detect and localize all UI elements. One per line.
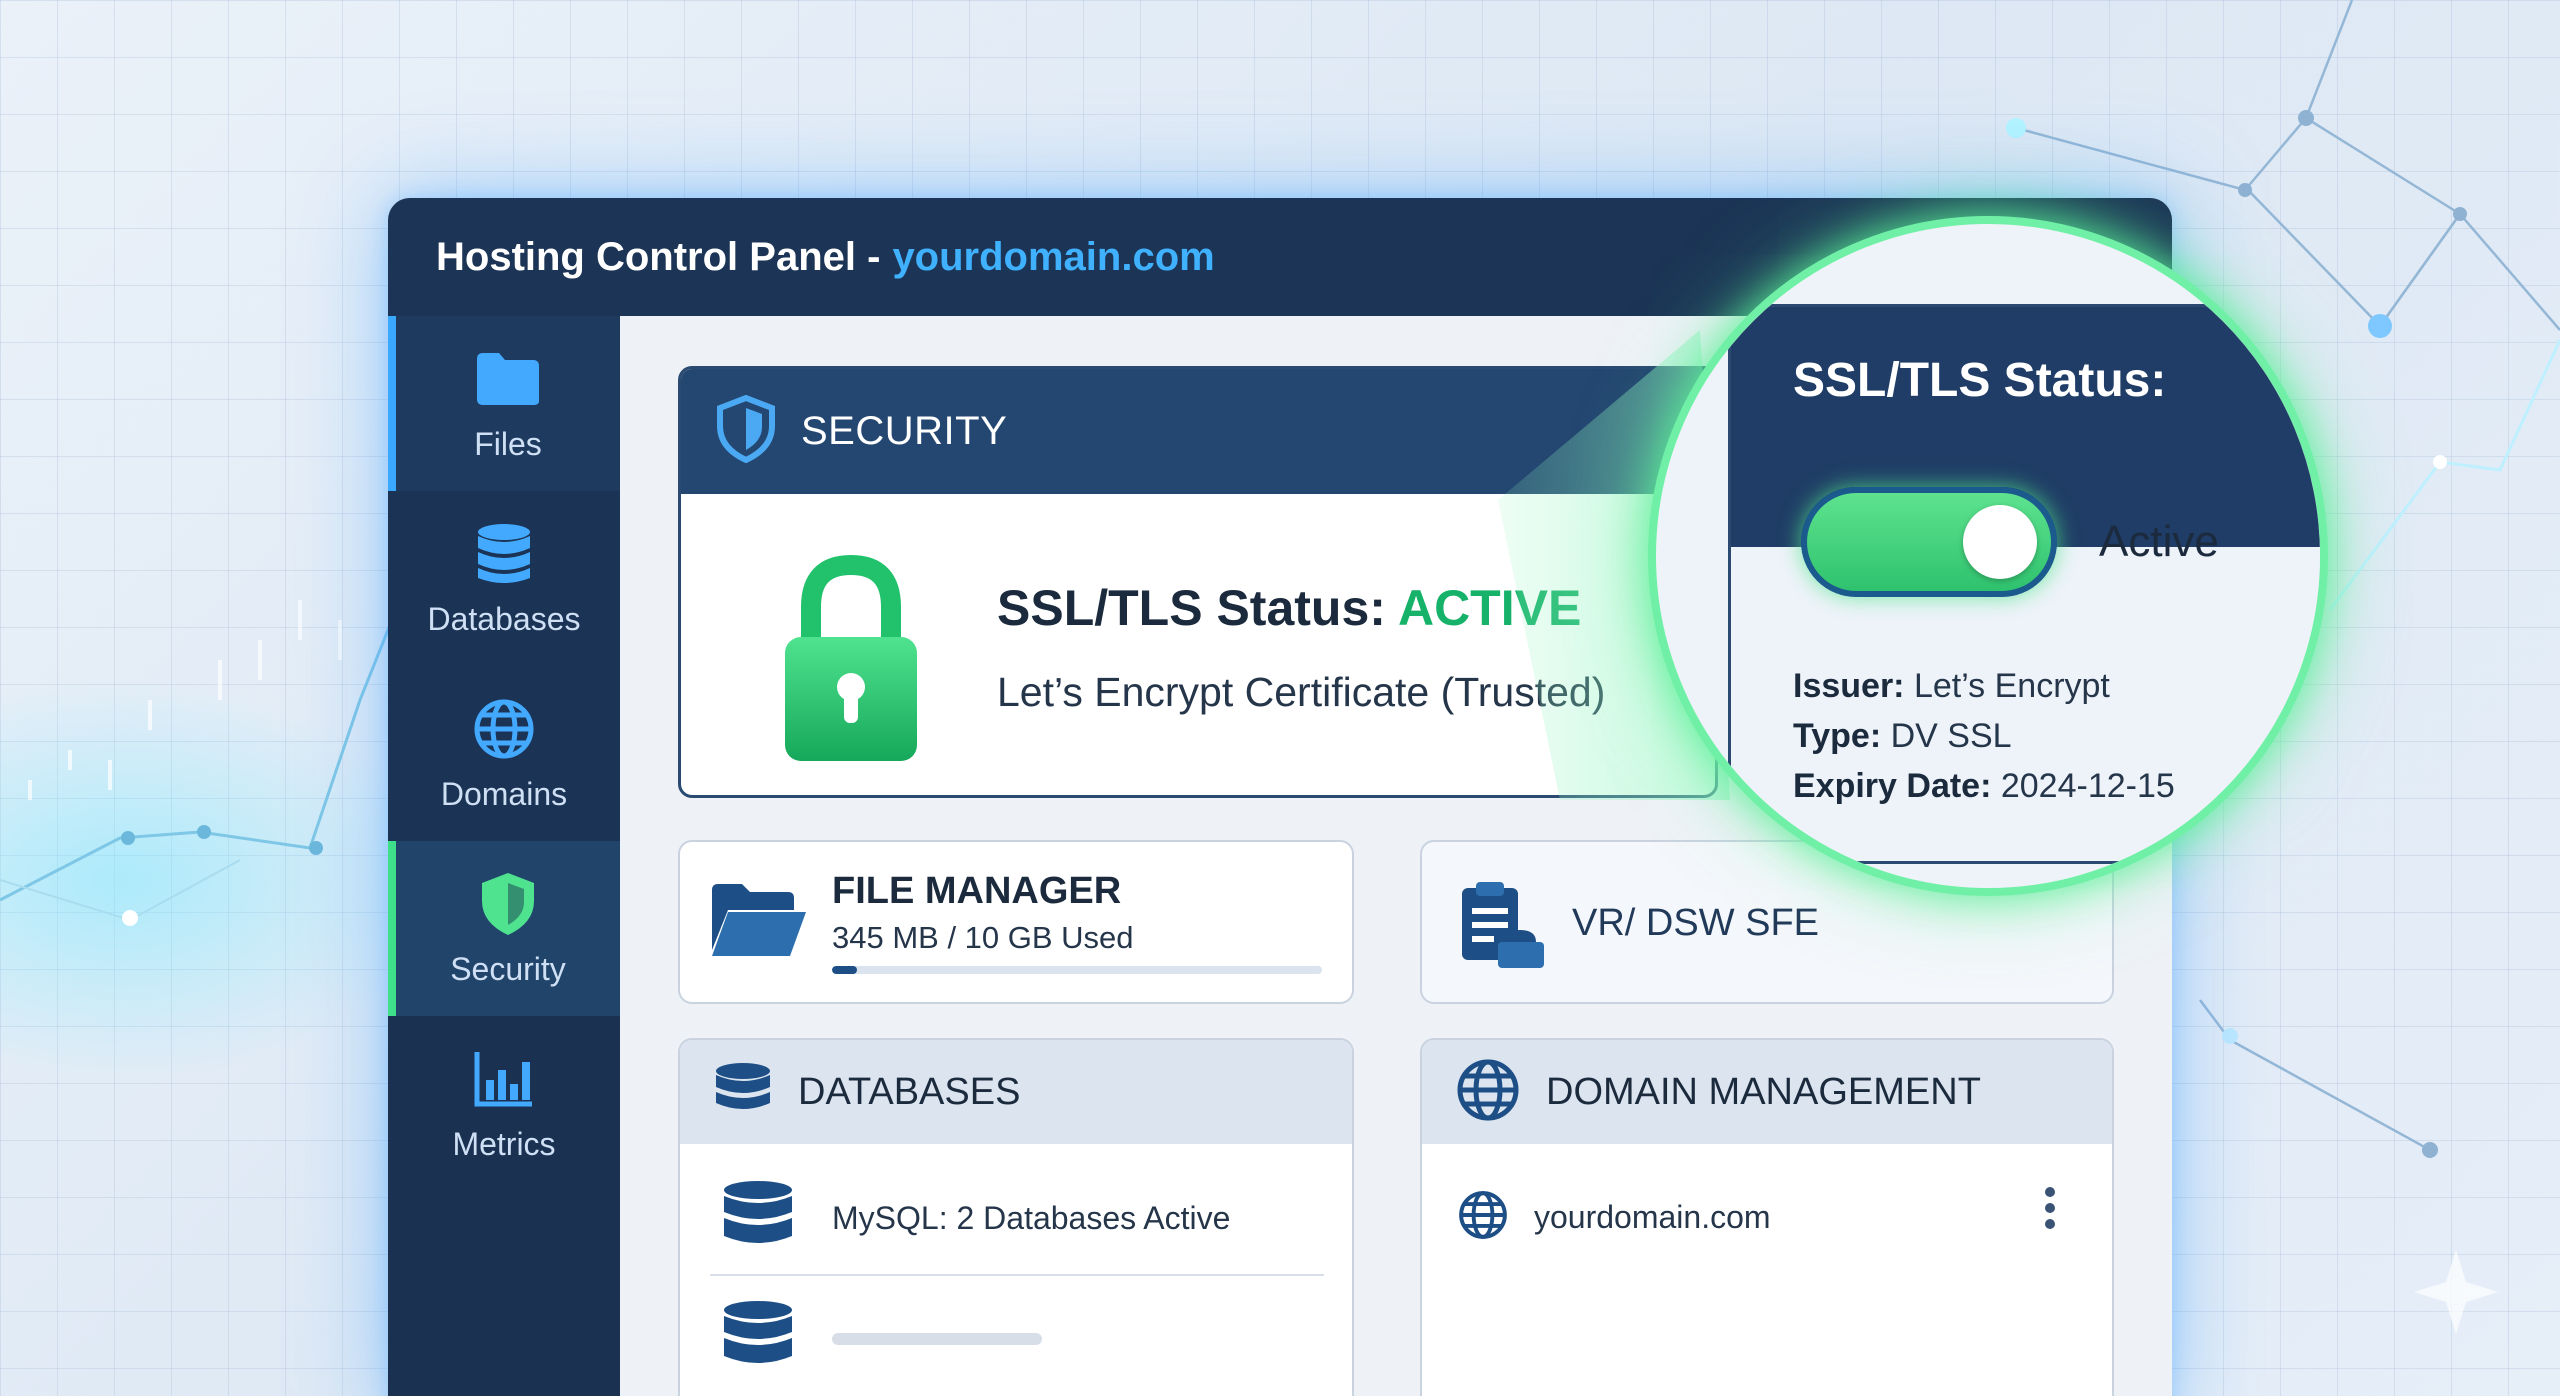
globe-icon — [469, 694, 539, 764]
database-icon — [720, 1300, 796, 1377]
file-manager-card[interactable]: FILE MANAGER 345 MB / 10 GB Used — [678, 840, 1354, 1004]
sidebar-item-databases[interactable]: Databases — [388, 491, 620, 666]
sidebar: Files Databases Domains Security Metrics — [388, 316, 620, 1396]
shield-icon — [473, 869, 543, 939]
type-label: Type: — [1793, 717, 1882, 755]
databases-card-title: DATABASES — [798, 1070, 1021, 1113]
domain-management-title: DOMAIN MANAGEMENT — [1546, 1070, 1981, 1113]
ssl-detail-panel: SSL/TLS Status: Active Issuer: Let’s Enc… — [1728, 304, 2320, 864]
ssl-magnifier-zoom: SSL/TLS Status: Active Issuer: Let’s Enc… — [1648, 216, 2328, 896]
sidebar-item-label: Security — [450, 951, 566, 987]
certificate-text: Let’s Encrypt Certificate (Trusted) — [997, 669, 1606, 715]
database-icon — [469, 519, 539, 589]
folder-icon — [708, 880, 808, 965]
databases-card: DATABASES MySQL: 2 Databases Active — [678, 1038, 1354, 1396]
type-field: Type: DV SSL — [1793, 717, 2012, 756]
file-manager-title: FILE MANAGER — [832, 870, 1122, 912]
storage-progress-bar — [832, 966, 1322, 974]
vr-card-title: VR/ DSW SFE — [1572, 902, 1820, 944]
loading-placeholder — [832, 1332, 1042, 1345]
type-value: DV SSL — [1890, 717, 2012, 755]
expiry-value: 2024-12-15 — [2000, 767, 2175, 805]
window-title: Hosting Control Panel - — [436, 234, 881, 279]
divider — [710, 1274, 1324, 1276]
sidebar-item-metrics[interactable]: Metrics — [388, 1016, 620, 1191]
storage-usage-text: 345 MB / 10 GB Used — [832, 920, 1134, 955]
database-icon — [714, 1061, 772, 1124]
ssl-status-value: ACTIVE — [1397, 580, 1582, 636]
database-icon — [720, 1180, 796, 1257]
sidebar-item-label: Files — [474, 426, 542, 462]
expiry-label: Expiry Date: — [1793, 767, 1992, 805]
domain-row-text: yourdomain.com — [1534, 1199, 1771, 1235]
sidebar-item-files[interactable]: Files — [388, 316, 620, 491]
toggle-knob — [1963, 505, 2037, 579]
globe-icon — [1458, 1190, 1508, 1245]
list-item[interactable]: MySQL: 2 Databases Active — [720, 1180, 1320, 1257]
globe-icon — [1456, 1058, 1520, 1127]
folder-icon — [473, 344, 543, 414]
storage-progress-fill — [832, 966, 857, 974]
shield-icon — [717, 394, 775, 468]
sidebar-item-security[interactable]: Security — [388, 841, 620, 1016]
sidebar-item-domains[interactable]: Domains — [388, 666, 620, 841]
list-item[interactable] — [720, 1300, 1320, 1377]
domain-management-header: DOMAIN MANAGEMENT — [1422, 1040, 2112, 1144]
toggle-label: Active — [2099, 517, 2219, 566]
database-row-text: MySQL: 2 Databases Active — [832, 1200, 1231, 1236]
more-options-icon[interactable] — [2044, 1186, 2056, 1235]
issuer-field: Issuer: Let’s Encrypt — [1793, 667, 2110, 706]
databases-card-header: DATABASES — [680, 1040, 1352, 1144]
security-card-title: SECURITY — [801, 409, 1008, 453]
ssl-detail-title: SSL/TLS Status: — [1793, 354, 2167, 407]
issuer-value: Let’s Encrypt — [1913, 667, 2110, 705]
bar-chart-icon — [469, 1044, 539, 1114]
ssl-status-label: SSL/TLS Status: — [997, 580, 1386, 636]
ssl-status-text: SSL/TLS Status: ACTIVE — [997, 579, 1581, 637]
sidebar-item-label: Databases — [427, 601, 581, 637]
issuer-label: Issuer: — [1793, 667, 1905, 705]
domain-management-card: DOMAIN MANAGEMENT yourdomain.com — [1420, 1038, 2114, 1396]
sidebar-item-label: Metrics — [452, 1126, 556, 1162]
ssl-active-toggle[interactable] — [1801, 487, 2057, 597]
expiry-field: Expiry Date: 2024-12-15 — [1793, 767, 2175, 806]
window-domain[interactable]: yourdomain.com — [892, 235, 1214, 280]
security-card: SECURITY SSL/TLS Status: ACTIVE Let’s En… — [678, 366, 1718, 798]
sidebar-item-label: Domains — [440, 776, 568, 812]
list-item[interactable]: yourdomain.com — [1458, 1190, 1771, 1245]
padlock-icon — [771, 549, 931, 774]
clipboard-icon — [1458, 878, 1548, 975]
security-card-header: SECURITY — [681, 369, 1715, 494]
